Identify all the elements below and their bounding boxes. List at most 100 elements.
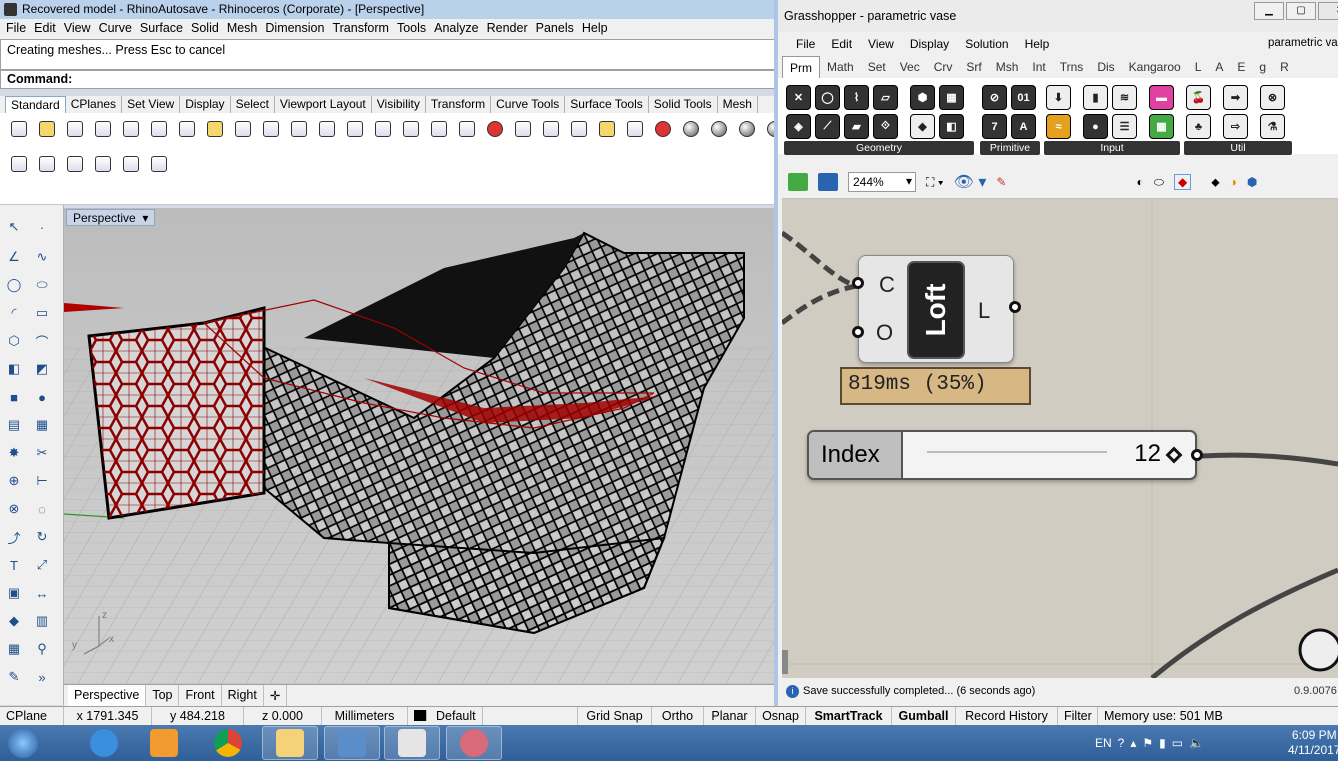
menu-transform[interactable]: Transform (330, 21, 395, 39)
group-icon[interactable]: ▣ (4, 583, 24, 603)
loft-component-body[interactable]: Loft (907, 261, 965, 359)
tab-visibility[interactable]: Visibility (372, 96, 426, 113)
gh-tab-vec[interactable]: Vec (893, 56, 927, 78)
shaded-sphere-icon[interactable] (708, 118, 730, 140)
rotate-icon[interactable]: ↻ (32, 527, 52, 547)
gh-tab-math[interactable]: Math (820, 56, 861, 78)
properties-icon[interactable] (568, 118, 590, 140)
cylinder-icon[interactable]: ▤ (4, 415, 24, 435)
polyline-icon[interactable]: ∠ (4, 247, 24, 267)
circle-icon[interactable]: ◯ (4, 275, 24, 295)
jump-icon[interactable]: ⇨ (1223, 114, 1248, 139)
bake-icon[interactable]: ⬥ (1211, 175, 1219, 190)
extrude-icon[interactable]: ◧ (4, 359, 24, 379)
rebuild-icon[interactable]: ⤴ (4, 527, 24, 547)
loft-input-port-c[interactable] (852, 277, 864, 289)
gh-tab-srf[interactable]: Srf (959, 56, 988, 78)
vector-param-icon[interactable]: ⟐ (873, 114, 898, 139)
surface-icon[interactable]: ◩ (32, 359, 52, 379)
perspective-viewport[interactable]: z x y (64, 208, 776, 684)
network-icon[interactable]: ▮ (1159, 736, 1166, 750)
chrome-icon[interactable] (200, 726, 256, 760)
zoom-level-dropdown[interactable]: 244% (848, 172, 916, 192)
preview-selected-icon[interactable]: ◆ (1173, 174, 1192, 190)
taskbar-clock[interactable]: 6:09 PM 4/11/2017 (1288, 728, 1338, 758)
flask-icon[interactable]: ⚗ (1260, 114, 1285, 139)
viewport-title-tab[interactable]: Perspective ▾ (66, 209, 156, 226)
boolean-param-icon[interactable]: ⊘ (982, 85, 1007, 110)
data-dam-icon[interactable]: ➡ (1223, 85, 1248, 110)
fitness-icon[interactable]: ⊗ (1260, 85, 1285, 110)
flag-icon[interactable]: ⚑ (1142, 736, 1153, 750)
offset-icon[interactable]: ◌ (32, 499, 52, 519)
new-file-icon[interactable] (8, 118, 30, 140)
sphere-icon[interactable]: ● (32, 387, 52, 407)
minimize-icon[interactable]: ▁ (1254, 2, 1284, 20)
slider-input-icon[interactable]: ≋ (1112, 85, 1137, 110)
loft-input-curves[interactable]: C (879, 272, 895, 298)
zoom-extents-icon[interactable]: ⛶ ▾ (926, 175, 944, 190)
tab-surface-tools[interactable]: Surface Tools (565, 96, 649, 113)
zoom-extents-icon[interactable] (372, 118, 394, 140)
group-param-icon[interactable]: ◆ (910, 114, 935, 139)
battery-icon[interactable]: ▭ (1172, 736, 1183, 750)
slider-output-port[interactable] (1191, 449, 1203, 461)
import-icon[interactable] (120, 118, 142, 140)
polygon-icon[interactable]: ⬡ (4, 331, 24, 351)
gradient-input-icon[interactable]: ▬ (1149, 85, 1174, 110)
plane-param-icon[interactable]: ▰ (844, 114, 869, 139)
layers-icon[interactable] (652, 118, 674, 140)
toggle-input-icon[interactable]: ▮ (1083, 85, 1108, 110)
gh-tab-int[interactable]: Int (1025, 56, 1052, 78)
zoom-icon[interactable] (316, 118, 338, 140)
explode-icon[interactable]: ✸ (4, 443, 24, 463)
gh-tab-g[interactable]: g (1252, 56, 1273, 78)
select-arrow-icon[interactable]: ↖ (4, 217, 24, 237)
gh-tab-prm[interactable]: Prm (782, 56, 820, 78)
point-param-icon[interactable]: ◈ (786, 114, 811, 139)
tab-set-view[interactable]: Set View (122, 96, 181, 113)
save-icon[interactable] (64, 118, 86, 140)
points-icon[interactable] (540, 118, 562, 140)
help-icon[interactable]: ? (1118, 736, 1125, 750)
button-input-icon[interactable]: ● (1083, 114, 1108, 139)
menu-curve[interactable]: Curve (97, 21, 138, 39)
close-icon[interactable]: ✕ (1318, 2, 1338, 20)
print-icon[interactable] (92, 118, 114, 140)
loft-component[interactable]: C O Loft L (852, 255, 1021, 363)
menu-surface[interactable]: Surface (138, 21, 189, 39)
menu-view[interactable]: View (62, 21, 97, 39)
gh-menu-file[interactable]: File (790, 37, 825, 54)
preview-shaded-icon[interactable]: ◐ (1136, 175, 1143, 189)
gh-menu-solution[interactable]: Solution (959, 37, 1018, 54)
number-param-icon[interactable]: 7 (982, 114, 1007, 139)
slider-track[interactable] (927, 444, 1107, 460)
lock-icon[interactable] (624, 118, 646, 140)
status-filter[interactable]: Filter (1058, 707, 1098, 725)
field-param-icon[interactable]: ◧ (939, 114, 964, 139)
mesh-param-icon[interactable]: ▦ (939, 85, 964, 110)
tab-curve-tools[interactable]: Curve Tools (491, 96, 566, 113)
tree-icon[interactable]: ♣ (1186, 114, 1211, 139)
gh-tab-crv[interactable]: Crv (927, 56, 960, 78)
curve-icon[interactable]: ∿ (32, 247, 52, 267)
menu-dimension[interactable]: Dimension (263, 21, 330, 39)
gh-group-geometry-label[interactable]: Geometry (784, 141, 974, 155)
brep-param-icon[interactable]: ⬢ (910, 85, 935, 110)
command-line[interactable]: Command: (0, 70, 775, 89)
gh-group-input-label[interactable]: Input (1044, 141, 1180, 155)
dimension-icon[interactable]: ↔ (32, 583, 52, 603)
status-gumball[interactable]: Gumball (892, 707, 956, 725)
gh-menu-help[interactable]: Help (1019, 37, 1060, 54)
rectangle-icon[interactable]: ▭ (32, 303, 52, 323)
rotate-view-icon[interactable] (288, 118, 310, 140)
preview-wire-icon[interactable]: ⬭ (1154, 175, 1164, 190)
photo-viewer-icon[interactable] (324, 726, 380, 760)
cut-icon[interactable] (148, 118, 170, 140)
undo-icon[interactable] (232, 118, 254, 140)
language-indicator[interactable]: EN (1095, 736, 1112, 750)
light-bulb-icon[interactable] (596, 118, 618, 140)
rendered-sphere-icon[interactable] (736, 118, 758, 140)
zoom-window-icon[interactable] (344, 118, 366, 140)
internet-explorer-icon[interactable] (76, 726, 132, 760)
